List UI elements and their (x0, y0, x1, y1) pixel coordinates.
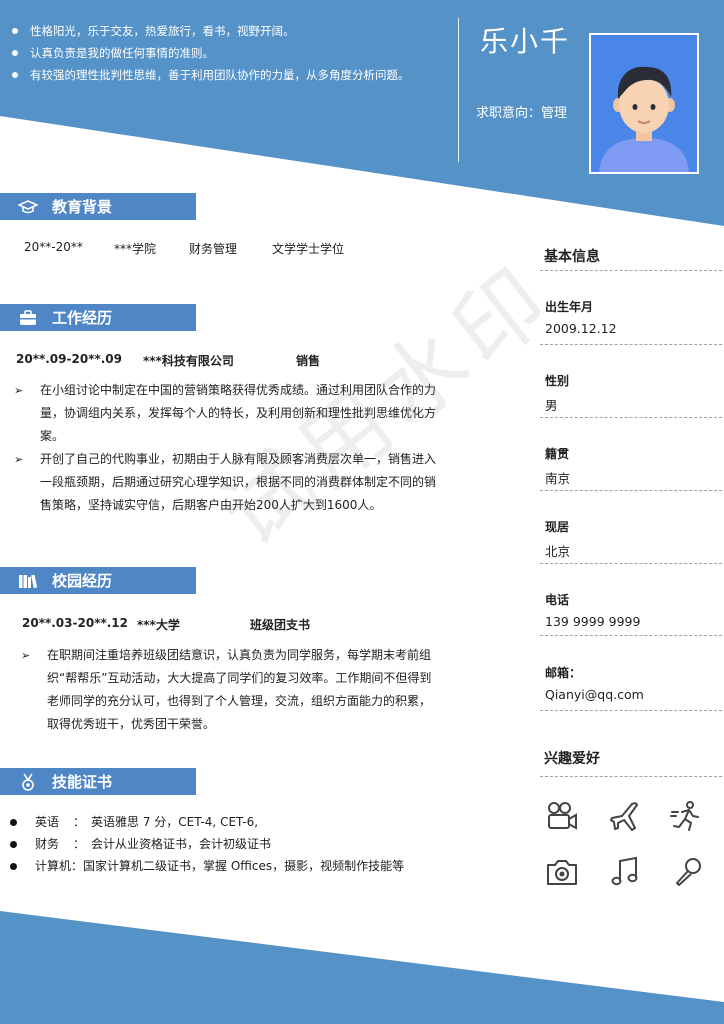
avatar-icon (591, 35, 697, 172)
work-period: 20**.09-20**.09 (16, 352, 122, 366)
airplane-icon (610, 802, 638, 831)
work-role: 销售 (296, 354, 321, 368)
campus-list: ➢ 在职期间注重培养班级团结意识，认真负责为同学服务，每学期末考前组织“帮帮乐”互… (21, 644, 437, 736)
header-divider (458, 18, 459, 162)
arrow-bullet-icon: ➢ (14, 453, 24, 466)
running-icon (670, 801, 699, 831)
section-skills-header: 技能证书 (0, 768, 196, 795)
arrow-bullet-icon: ➢ (21, 649, 31, 662)
info-label-residence: 现居 (545, 520, 570, 534)
campus-school: ***大学 (137, 618, 180, 632)
section-work-header: 工作经历 (0, 304, 196, 331)
divider (540, 417, 722, 418)
divider (540, 344, 722, 345)
divider (540, 490, 722, 491)
info-value-gender: 男 (545, 398, 558, 413)
music-note-icon (611, 856, 638, 886)
photo-camera-icon (547, 860, 577, 885)
divider (540, 270, 722, 271)
bullet-dot (12, 50, 18, 56)
divider (540, 710, 722, 711)
info-label-gender: 性别 (545, 374, 570, 388)
list-item: 英语：英语雅思 7 分，CET-4, CET-6, (10, 811, 404, 833)
intro-item: 性格阳光，乐于交友，热爱旅行，看书，视野开阔。 (10, 20, 460, 42)
education-major: 财务管理 (189, 242, 238, 256)
info-value-hometown: 南京 (545, 471, 571, 486)
campus-period: 20**.03-20**.12 (22, 616, 128, 630)
section-education-header: 教育背景 (0, 193, 196, 220)
books-icon (18, 572, 38, 590)
education-school: ***学院 (114, 242, 157, 256)
microphone-icon (676, 858, 701, 886)
briefcase-icon (18, 309, 38, 327)
graduation-cap-icon (18, 198, 38, 216)
section-campus-header: 校园经历 (0, 567, 196, 594)
list-item: 计算机：国家计算机二级证书，掌握 Offices，摄影，视频制作技能等 (10, 855, 404, 877)
info-value-residence: 北京 (545, 544, 571, 559)
intro-item: 认真负责是我的做任何事情的准则。 (10, 42, 460, 64)
list-item: ➢ 在职期间注重培养班级团结意识，认真负责为同学服务，每学期末考前组织“帮帮乐”互… (21, 644, 437, 736)
divider (540, 563, 722, 564)
intro-item: 有较强的理性批判性思维，善于利用团队协作的力量，从多角度分析问题。 (10, 64, 460, 86)
info-label-phone: 电话 (545, 593, 570, 607)
education-degree: 文学学士学位 (272, 242, 345, 256)
bottom-banner (0, 911, 724, 1024)
education-period: 20**-20** (24, 240, 83, 254)
avatar-photo (589, 33, 699, 174)
bullet-dot (10, 818, 17, 826)
candidate-name: 乐小千 (480, 25, 571, 58)
divider (540, 635, 722, 636)
arrow-bullet-icon: ➢ (14, 384, 24, 397)
info-value-email: Qianyi@qq.com (545, 687, 644, 702)
info-label-hometown: 籍贯 (545, 447, 570, 461)
job-intent: 求职意向：管理 (476, 106, 568, 121)
bullet-dot (10, 862, 17, 870)
list-item: 财务：会计从业资格证书，会计初级证书 (10, 833, 404, 855)
skills-list: 英语：英语雅思 7 分，CET-4, CET-6, 财务：会计从业资格证书，会计… (10, 811, 404, 877)
divider (540, 776, 722, 777)
intro-list: 性格阳光，乐于交友，热爱旅行，看书，视野开阔。 认真负责是我的做任何事情的准则。… (10, 20, 460, 86)
campus-role: 班级团支书 (250, 618, 311, 632)
work-company: ***科技有限公司 (143, 354, 234, 368)
camera-video-icon (548, 802, 577, 830)
bullet-dot (10, 840, 17, 848)
info-value-phone: 139 9999 9999 (545, 614, 641, 629)
bullet-dot (12, 28, 18, 34)
medal-icon (18, 773, 38, 791)
hobbies-title: 兴趣爱好 (544, 751, 600, 767)
bullet-dot (12, 72, 18, 78)
info-label-email: 邮箱： (545, 666, 582, 680)
basic-info-title: 基本信息 (544, 249, 600, 265)
